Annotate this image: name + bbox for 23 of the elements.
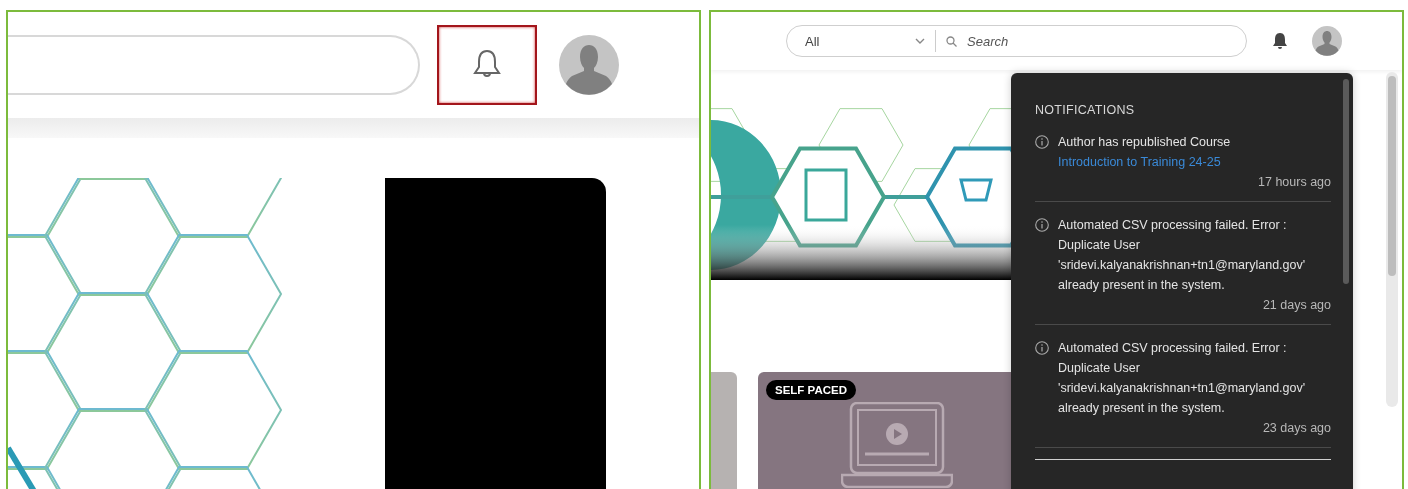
- scrollbar[interactable]: [1386, 72, 1398, 407]
- avatar-icon[interactable]: [1312, 26, 1342, 56]
- search-field[interactable]: [8, 35, 420, 95]
- notifications-button[interactable]: [437, 25, 537, 105]
- info-icon: [1035, 341, 1049, 355]
- course-link[interactable]: Introduction to Training 24-25: [1058, 155, 1221, 169]
- avatar-icon[interactable]: [559, 35, 619, 95]
- notification-text: Automated CSV processing failed. Error : Duplicate User 'sridevi.kalyanakrishnan+tn1@maryland.gov' already present in the system.: [1058, 217, 1307, 294]
- info-icon: [1035, 218, 1049, 232]
- notification-time: 17 hours ago: [1257, 175, 1331, 189]
- scope-dropdown[interactable]: All: [787, 26, 935, 56]
- search-input[interactable]: Search: [965, 32, 1219, 50]
- notification-text: Automated CSV processing failed. Error : Duplicate User 'sridevi.kalyanakrishnan+tn1@maryland.gov' already present in the system.: [1058, 340, 1307, 417]
- info-icon: [1035, 135, 1049, 149]
- chevron-down-icon: [915, 38, 925, 44]
- bell-icon[interactable]: [1272, 32, 1288, 50]
- notifications-title: NOTIFICATIONS: [1035, 103, 1136, 117]
- self-paced-badge: SELF PACED: [766, 380, 856, 400]
- laptop-video-icon: [841, 402, 953, 488]
- notification-time: 21 days ago: [1261, 298, 1331, 312]
- search-icon: [946, 35, 957, 47]
- notification-time: 23 days ago: [1261, 421, 1331, 435]
- notification-text: Author has republished Course Introduction to Training 24-25: [1058, 134, 1232, 171]
